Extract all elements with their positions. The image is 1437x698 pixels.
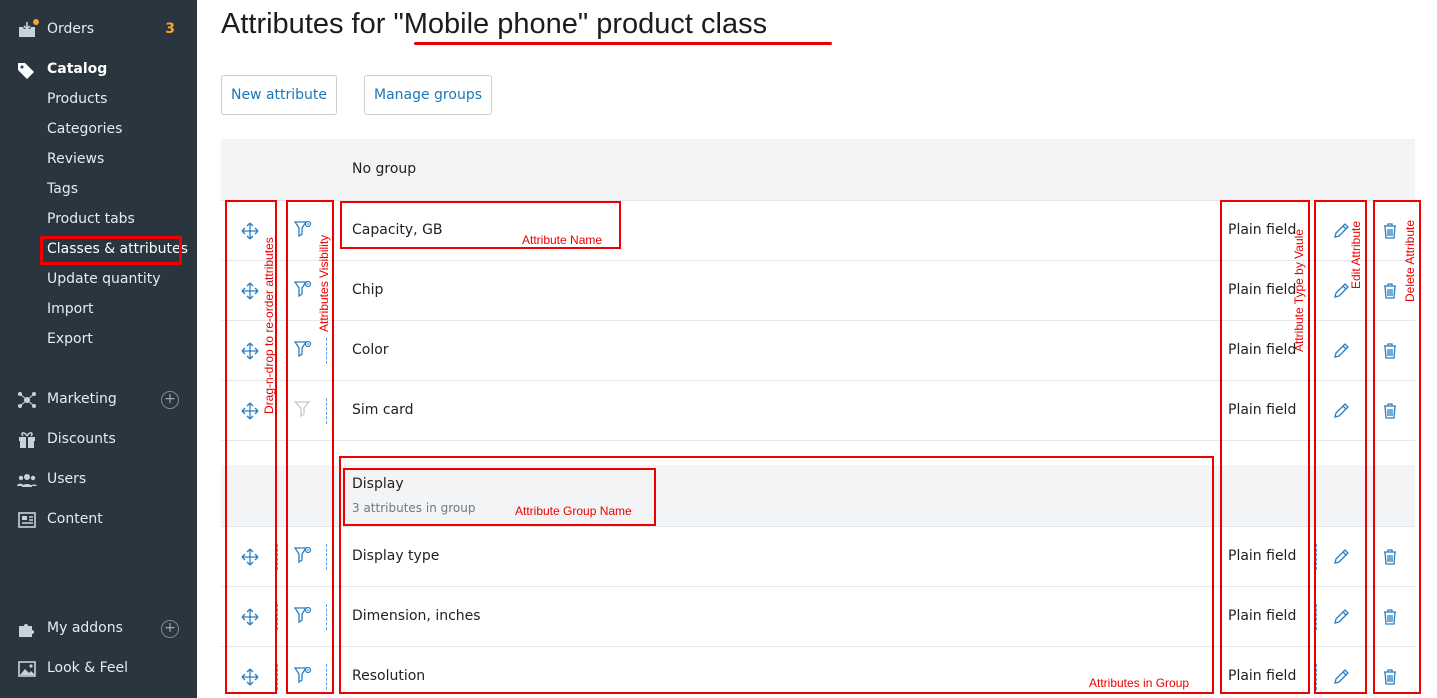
sidebar-item-label: Content: [47, 511, 103, 527]
attribute-name[interactable]: Chip: [352, 282, 383, 298]
sidebar-item-label: Product tabs: [47, 211, 135, 227]
sidebar-item-orders[interactable]: Orders 3: [0, 15, 197, 45]
sidebar-item-import[interactable]: Import: [0, 295, 197, 325]
group-name-annotation-label: Attribute Group Name: [515, 504, 632, 518]
sidebar-item-catalog[interactable]: Catalog: [0, 55, 197, 85]
group-name: No group: [352, 161, 417, 177]
sidebar-item-discounts[interactable]: Discounts: [0, 425, 197, 455]
users-icon: [17, 474, 37, 487]
sidebar-item-label: Tags: [47, 181, 78, 197]
attribute-name-annotation-label: Attribute Name: [522, 233, 603, 247]
tags-icon: [18, 63, 34, 79]
sidebar-item-label: Discounts: [47, 431, 116, 447]
sidebar-item-tags[interactable]: Tags: [0, 175, 197, 205]
sidebar: Orders 3 Catalog Products Categories Rev…: [0, 0, 197, 698]
manage-groups-button[interactable]: Manage groups: [364, 75, 492, 115]
marketing-add-icon[interactable]: +: [161, 391, 179, 409]
attribute-name[interactable]: Sim card: [352, 402, 414, 418]
sidebar-item-label: Marketing: [47, 391, 117, 407]
gift-icon: [19, 432, 35, 448]
page-title: Attributes for "Mobile phone" product cl…: [221, 8, 768, 40]
edit-annotation-label: Edit Attribute: [1349, 220, 1363, 289]
drag-divider: [277, 604, 278, 630]
sidebar-item-label: Update quantity: [47, 271, 161, 287]
sidebar-item-reviews[interactable]: Reviews: [0, 145, 197, 175]
sidebar-item-label: My addons: [47, 620, 123, 636]
sidebar-item-look-feel[interactable]: Look & Feel: [0, 654, 197, 684]
addons-add-icon[interactable]: +: [161, 620, 179, 638]
title-highlight-underline: [414, 42, 832, 45]
drag-annotation-label: Drag-n-drop to re-order attributes: [262, 237, 276, 414]
group-header-no-group: No group: [221, 139, 1415, 201]
drag-divider: [277, 664, 278, 690]
marketing-icon: [18, 392, 36, 408]
sidebar-item-my-addons[interactable]: My addons +: [0, 614, 197, 644]
sidebar-item-label: Products: [47, 91, 108, 107]
content-icon: [18, 512, 36, 528]
sidebar-item-categories[interactable]: Categories: [0, 115, 197, 145]
sidebar-item-content[interactable]: Content: [0, 505, 197, 535]
attributes-in-group-annotation-label: Attributes in Group: [1089, 676, 1190, 690]
sidebar-item-label: Export: [47, 331, 93, 347]
sidebar-item-product-tabs[interactable]: Product tabs: [0, 205, 197, 235]
type-annotation-label: Attribute Type by Vaule: [1292, 229, 1306, 352]
sidebar-item-label: Categories: [47, 121, 123, 137]
sidebar-item-users[interactable]: Users: [0, 465, 197, 495]
sidebar-item-export[interactable]: Export: [0, 325, 197, 355]
sidebar-item-label: Catalog: [47, 61, 108, 77]
new-attribute-button[interactable]: New attribute: [221, 75, 337, 115]
sidebar-highlight-box: [40, 236, 182, 265]
delete-annotation-label: Delete Attribute: [1403, 219, 1417, 302]
sidebar-item-update-quantity[interactable]: Update quantity: [0, 265, 197, 295]
image-icon: [18, 661, 36, 677]
sidebar-item-label: Users: [47, 471, 87, 487]
attribute-name[interactable]: Color: [352, 342, 389, 358]
orders-count-badge: 3: [165, 21, 175, 37]
puzzle-icon: [19, 624, 34, 637]
orders-notification-dot: [32, 18, 40, 26]
visibility-annotation-label: Attributes Visibility: [317, 234, 331, 332]
sidebar-item-label: Look & Feel: [47, 660, 129, 676]
sidebar-item-label: Import: [47, 301, 94, 317]
sidebar-item-products[interactable]: Products: [0, 85, 197, 115]
drag-divider: [277, 544, 278, 570]
sidebar-item-marketing[interactable]: Marketing +: [0, 385, 197, 415]
sidebar-item-label: Orders: [47, 21, 95, 37]
sidebar-item-label: Reviews: [47, 151, 105, 167]
